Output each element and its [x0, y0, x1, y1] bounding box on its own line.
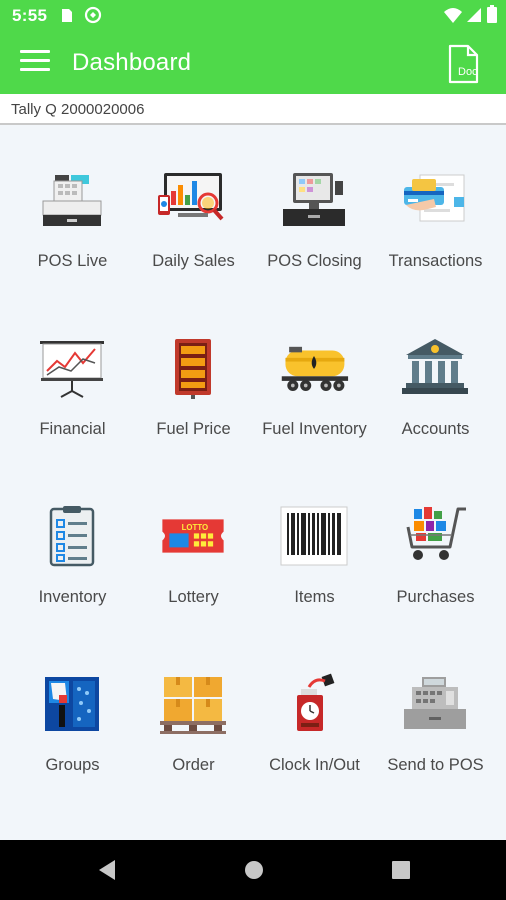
- tile-send-to-pos[interactable]: Send to POS: [375, 629, 496, 797]
- tile-financial[interactable]: Financial: [12, 293, 133, 461]
- wifi-icon: [444, 8, 462, 23]
- app-bar: Dashboard Doc: [0, 32, 506, 94]
- barcode-icon: [280, 506, 348, 566]
- tile-label: Financial: [39, 420, 106, 438]
- tile-order[interactable]: Order: [133, 629, 254, 797]
- tile-accounts[interactable]: Accounts: [375, 293, 496, 461]
- tile-label: Inventory: [38, 588, 107, 606]
- tile-label: Lottery: [168, 588, 219, 606]
- home-icon[interactable]: [243, 858, 265, 882]
- tile-clock-in-out[interactable]: Clock In/Out: [254, 629, 375, 797]
- sync-icon: [84, 6, 102, 24]
- sales-report-icon: [158, 173, 224, 221]
- tile-inventory[interactable]: Inventory: [12, 461, 133, 629]
- status-bar: 5:55: [0, 0, 506, 32]
- menu-button[interactable]: [20, 50, 50, 76]
- sim-card-icon: [62, 9, 72, 22]
- boxes-pallet-icon: [160, 677, 226, 734]
- tile-groups[interactable]: Groups: [12, 629, 133, 797]
- tile-lottery[interactable]: LOTTO Lottery: [133, 461, 254, 629]
- tile-label: POS Live: [37, 252, 108, 270]
- tile-label: Purchases: [396, 588, 475, 606]
- battery-icon: [487, 5, 497, 23]
- signal-icon: [467, 8, 481, 22]
- tile-label: Items: [294, 588, 335, 606]
- tile-label: Accounts: [401, 420, 470, 438]
- tile-label: Daily Sales: [152, 252, 235, 270]
- tile-label: POS Closing: [267, 252, 362, 270]
- pos-terminal-icon: [283, 173, 345, 226]
- bank-icon: [402, 339, 468, 394]
- document-icon[interactable]: Doc: [444, 44, 482, 84]
- back-icon[interactable]: [95, 858, 117, 882]
- store-id-bar: Tally Q 2000020006: [0, 94, 506, 125]
- tile-label: Order: [172, 756, 215, 774]
- chart-board-icon: [40, 341, 104, 398]
- tile-daily-sales[interactable]: Daily Sales: [133, 125, 254, 293]
- tile-transactions[interactable]: Transactions: [375, 125, 496, 293]
- tile-label: Transactions: [388, 252, 483, 270]
- time-clock-icon: [297, 673, 335, 731]
- checklist-icon: [49, 506, 95, 567]
- store-id-text: Tally Q 2000020006: [11, 101, 145, 118]
- page-title: Dashboard: [72, 49, 192, 76]
- doc-icon-label: Doc: [458, 66, 478, 78]
- tile-fuel-price[interactable]: Fuel Price: [133, 293, 254, 461]
- cash-register-icon: [42, 175, 102, 226]
- tile-label: Fuel Inventory: [262, 420, 367, 438]
- tile-items[interactable]: Items: [254, 461, 375, 629]
- credit-card-icon: [404, 174, 465, 222]
- send-register-icon: [404, 677, 466, 729]
- lottery-ticket-label: LOTTO: [182, 523, 209, 532]
- status-time: 5:55: [12, 6, 48, 25]
- fuel-price-sign-icon: [175, 339, 211, 399]
- lottery-ticket-icon: LOTTO: [162, 519, 224, 553]
- shopping-cart-icon: [406, 507, 466, 560]
- tile-fuel-inventory[interactable]: Fuel Inventory: [254, 293, 375, 461]
- recents-icon[interactable]: [390, 858, 412, 882]
- navigation-bar: [0, 840, 506, 900]
- tile-label: Clock In/Out: [269, 756, 360, 774]
- tile-label: Groups: [45, 756, 100, 774]
- groups-icon: [45, 677, 99, 731]
- tile-label: Fuel Price: [156, 420, 231, 438]
- tile-pos-live[interactable]: POS Live: [12, 125, 133, 293]
- tile-pos-closing[interactable]: POS Closing: [254, 125, 375, 293]
- tile-purchases[interactable]: Purchases: [375, 461, 496, 629]
- tanker-icon: [281, 346, 349, 392]
- tile-label: Send to POS: [387, 756, 484, 774]
